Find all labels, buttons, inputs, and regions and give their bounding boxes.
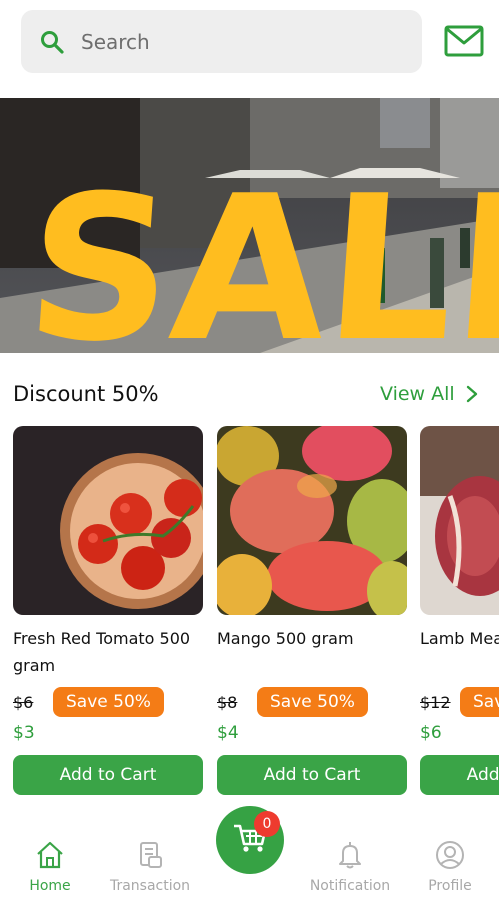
current-price: $6	[420, 723, 442, 743]
product-image-tomato[interactable]	[13, 426, 203, 615]
product-name: Mango 500 gram	[217, 629, 354, 648]
chevron-right-icon	[465, 384, 479, 404]
nav-transaction-label: Transaction	[109, 878, 191, 894]
product-card[interactable]: Fresh Red Tomato 500 gram $6 Save 50% $3…	[13, 426, 203, 795]
add-to-cart-button[interactable]: Add to Cart	[13, 755, 203, 795]
sale-banner[interactable]: SALE	[0, 98, 499, 353]
nav-profile[interactable]: Profile	[400, 840, 499, 894]
nav-notification-label: Notification	[309, 878, 391, 894]
nav-notification[interactable]: Notification	[300, 840, 400, 894]
product-image-mango[interactable]	[217, 426, 407, 615]
product-name: Lamb Meat 500 gram	[420, 629, 499, 648]
product-image-lamb[interactable]	[420, 426, 499, 615]
discount-badge: Save 50%	[460, 687, 499, 717]
transaction-icon	[135, 840, 165, 874]
price-row: $8 Save 50%	[217, 685, 407, 719]
bell-icon	[335, 840, 365, 874]
product-list[interactable]: Fresh Red Tomato 500 gram $6 Save 50% $3…	[0, 426, 499, 806]
product-card[interactable]: Lamb Meat 500 gram $12 Save 50% $6 Add t…	[420, 426, 499, 795]
old-price: $6	[13, 692, 34, 712]
search-icon	[39, 29, 65, 55]
product-card[interactable]: Mango 500 gram $8 Save 50% $4 Add to Car…	[217, 426, 407, 795]
current-price: $4	[217, 723, 239, 743]
current-price: $3	[13, 723, 35, 743]
product-name: Fresh Red Tomato 500 gram	[13, 629, 191, 675]
view-all-label: View All	[380, 383, 455, 405]
view-all-link[interactable]: View All	[380, 383, 479, 405]
sale-text: SALE	[20, 153, 499, 353]
old-price: $12	[420, 692, 451, 712]
add-to-cart-button[interactable]: Add to Cart	[420, 755, 499, 795]
cart-count-badge: 0	[254, 811, 280, 837]
sale-banner-image: SALE	[0, 98, 499, 353]
add-to-cart-button[interactable]: Add to Cart	[217, 755, 407, 795]
section-title: Discount 50%	[13, 382, 159, 406]
price-row: $12 Save 50%	[420, 685, 499, 719]
search-bar[interactable]	[21, 10, 422, 73]
discount-badge: Save 50%	[53, 687, 164, 717]
old-price: $8	[217, 692, 238, 712]
nav-home[interactable]: Home	[0, 840, 100, 894]
header	[0, 0, 499, 90]
nav-home-label: Home	[29, 878, 71, 894]
price-row: $6 Save 50%	[13, 685, 203, 719]
home-icon	[35, 840, 65, 874]
nav-profile-label: Profile	[428, 878, 472, 894]
mail-icon[interactable]	[444, 22, 484, 60]
search-input[interactable]	[81, 29, 381, 54]
discount-badge: Save 50%	[257, 687, 368, 717]
nav-transaction[interactable]: Transaction	[100, 840, 200, 894]
profile-icon	[435, 840, 465, 874]
